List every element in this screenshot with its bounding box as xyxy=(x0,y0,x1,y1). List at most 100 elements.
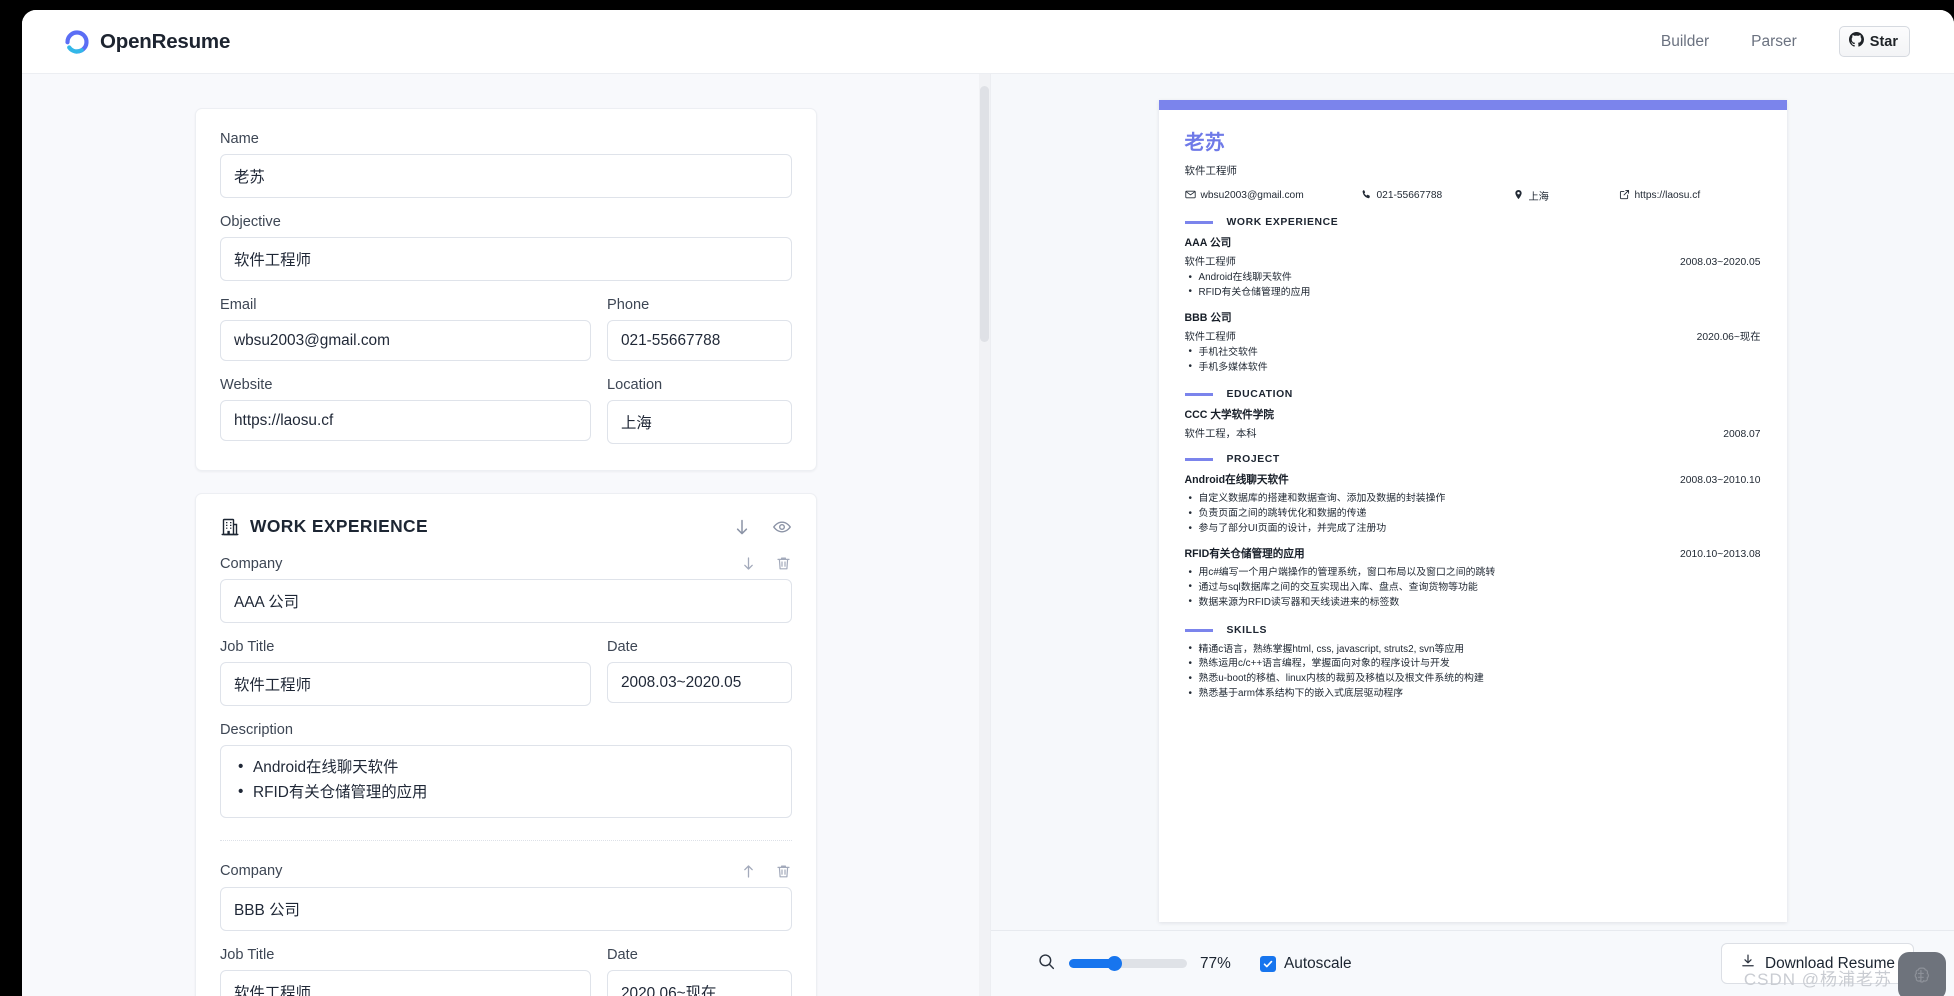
resume-bullet: 手机社交软件 xyxy=(1185,345,1761,361)
resume-section-title: PROJECT xyxy=(1226,454,1280,466)
arrow-down-icon[interactable] xyxy=(740,555,757,572)
entry-tools xyxy=(740,555,792,572)
company-input[interactable]: AAA 公司 xyxy=(220,579,792,623)
resume-form-pane: Name 老苏 Objective 软件工程师 Email wbsu2003@g… xyxy=(22,74,990,996)
section-accent-rule xyxy=(1184,393,1213,397)
resume-bullet: RFID有关仓储管理的应用 xyxy=(1185,285,1761,301)
date-input[interactable]: 2020.06~现在 xyxy=(607,969,792,996)
job-title-label: Job Title xyxy=(220,946,275,963)
resume-item-line: 软件工程师 2020.06~现在 xyxy=(1185,328,1761,343)
zoom-slider-knob[interactable] xyxy=(1107,956,1122,971)
resume-item-title: BBB 公司 xyxy=(1184,311,1232,324)
nav-link-parser[interactable]: Parser xyxy=(1751,33,1797,51)
resume-item-bullets: 手机社交软件 手机多媒体软件 xyxy=(1185,345,1761,376)
zoom-slider[interactable] xyxy=(1069,956,1187,971)
resume-item-subtitle: 软件工程，本科 xyxy=(1184,429,1257,441)
resume-document: 老苏 软件工程师 wbsu2003@gmail.com 021-55667788… xyxy=(1158,100,1787,922)
resume-bullet: 熟悉u-boot的移植、linux内核的裁剪及移植以及根文件系统的构建 xyxy=(1185,672,1761,687)
job-title-input[interactable]: 软件工程师 xyxy=(220,662,591,706)
resume-item-line: Android在线聊天软件 2008.03~2010.10 xyxy=(1185,472,1761,489)
resume-section-header: SKILLS xyxy=(1184,625,1761,636)
resume-contact-phone-text: 021-55667788 xyxy=(1376,190,1443,201)
date-input[interactable]: 2008.03~2020.05 xyxy=(607,662,792,703)
resume-item-date: 2020.06~现在 xyxy=(1696,331,1761,343)
field-name: Name 老苏 xyxy=(220,131,792,198)
resume-bullet: 通过与sql数据库之间的交互实现出入库、盘点、查询货物等功能 xyxy=(1185,580,1761,596)
phone-label: Phone xyxy=(607,297,650,313)
brand-logo[interactable]: OpenResume xyxy=(64,29,230,55)
form-scrollbar[interactable] xyxy=(979,74,990,996)
website-location-row: Website https://laosu.cf Location 上海 xyxy=(220,377,792,444)
resume-contact-phone: 021-55667788 xyxy=(1361,189,1513,203)
download-resume-button[interactable]: Download Resume xyxy=(1720,943,1914,984)
magnifier-icon xyxy=(1037,952,1056,976)
resume-item-date: 2008.03~2020.05 xyxy=(1680,257,1761,268)
autoscale-label: Autoscale xyxy=(1284,954,1352,972)
resume-item-bullets: 自定义数据库的搭建和数据查询、添加及数据的封装操作 负责页面之间的跳转优化和数据… xyxy=(1185,492,1761,537)
objective-input[interactable]: 软件工程师 xyxy=(220,237,792,281)
name-label: Name xyxy=(220,131,259,147)
name-input[interactable]: 老苏 xyxy=(220,154,792,198)
assistant-icon[interactable] xyxy=(1898,952,1946,996)
work-experience-section-header: WORK EXPERIENCE xyxy=(220,516,792,537)
download-resume-label: Download Resume xyxy=(1764,954,1895,972)
field-location: Location 上海 xyxy=(607,377,792,444)
resume-item-line: RFID有关仓储管理的应用 2010.10~2013.08 xyxy=(1185,546,1761,563)
arrow-down-icon[interactable] xyxy=(732,517,752,537)
resume-item-title: Android在线聊天软件 xyxy=(1184,474,1289,487)
section-accent-rule xyxy=(1184,221,1213,224)
section-accent-rule xyxy=(1184,458,1213,462)
brand-name: OpenResume xyxy=(100,29,231,53)
resume-bullet: 手机多媒体软件 xyxy=(1185,360,1761,376)
resume-contact-location: 上海 xyxy=(1513,188,1619,203)
work-experience-title: WORK EXPERIENCE xyxy=(250,516,428,536)
resume-item-title: CCC 大学软件学院 xyxy=(1184,409,1274,422)
autoscale-checkbox[interactable] xyxy=(1260,955,1276,972)
resume-section-title: EDUCATION xyxy=(1226,389,1293,401)
form-scrollbar-thumb[interactable] xyxy=(980,86,989,342)
nav-links: Builder Parser Star xyxy=(1661,26,1910,57)
company-input[interactable]: BBB 公司 xyxy=(220,886,792,931)
phone-icon xyxy=(1361,189,1372,203)
trash-icon[interactable] xyxy=(775,863,792,880)
eye-icon[interactable] xyxy=(772,517,792,537)
field-objective: Objective 软件工程师 xyxy=(220,214,792,281)
resume-section-header: EDUCATION xyxy=(1184,389,1761,401)
resume-item-date: 2008.07 xyxy=(1723,429,1761,441)
autoscale-toggle[interactable]: Autoscale xyxy=(1260,955,1352,973)
work-experience-form-card: WORK EXPERIENCE Company AAA 公司 Job Title… xyxy=(195,493,817,996)
trash-icon[interactable] xyxy=(775,555,792,572)
resume-item-date: 2008.03~2010.10 xyxy=(1680,475,1761,487)
company-label-row: Company xyxy=(220,555,792,572)
company-label: Company xyxy=(220,555,283,572)
field-website: Website https://laosu.cf xyxy=(220,377,591,444)
github-star-button[interactable]: Star xyxy=(1838,26,1910,57)
email-phone-row: Email wbsu2003@gmail.com Phone 021-55667… xyxy=(220,297,792,377)
resume-item-title: RFID有关仓储管理的应用 xyxy=(1184,548,1305,561)
resume-bullet: 自定义数据库的搭建和数据查询、添加及数据的封装操作 xyxy=(1185,492,1761,507)
resume-contact-location-text: 上海 xyxy=(1528,192,1549,203)
job-title-input[interactable]: 软件工程师 xyxy=(220,969,591,996)
resume-content: 老苏 软件工程师 wbsu2003@gmail.com 021-55667788… xyxy=(1159,110,1787,702)
resume-section-header: WORK EXPERIENCE xyxy=(1184,217,1761,228)
description-bullets: Android在线聊天软件 RFID有关仓储管理的应用 xyxy=(234,755,778,805)
preview-scroll-area: 老苏 软件工程师 wbsu2003@gmail.com 021-55667788… xyxy=(991,74,1954,930)
phone-input[interactable]: 021-55667788 xyxy=(607,320,792,361)
resume-item-date: 2010.10~2013.08 xyxy=(1680,549,1761,561)
resume-bullet: 用c#编写一个用户端操作的管理系统，窗口布局以及窗口之间的跳转 xyxy=(1185,566,1761,581)
email-input[interactable]: wbsu2003@gmail.com xyxy=(220,320,591,361)
browser-window: OpenResume Builder Parser Star Name 老苏 O… xyxy=(22,10,1954,996)
description-input[interactable]: Android在线聊天软件 RFID有关仓储管理的应用 xyxy=(220,745,792,818)
company-label: Company xyxy=(220,863,283,880)
website-input[interactable]: https://laosu.cf xyxy=(220,400,591,441)
arrow-up-icon[interactable] xyxy=(740,863,757,880)
resume-contact-email: wbsu2003@gmail.com xyxy=(1184,189,1361,203)
location-pin-icon xyxy=(1513,189,1524,203)
resume-item-line: 软件工程，本科 2008.07 xyxy=(1185,425,1761,440)
resume-section-title: WORK EXPERIENCE xyxy=(1226,217,1339,228)
resume-work-item: AAA 公司 软件工程师 2008.03~2020.05 Android在线聊天… xyxy=(1185,235,1761,301)
resume-skills-bullets: 精通c语言，熟练掌握html, css, javascript, struts2… xyxy=(1185,642,1761,702)
resume-contacts: wbsu2003@gmail.com 021-55667788 上海 https… xyxy=(1184,188,1761,203)
nav-link-builder[interactable]: Builder xyxy=(1661,33,1709,51)
location-input[interactable]: 上海 xyxy=(607,400,792,444)
